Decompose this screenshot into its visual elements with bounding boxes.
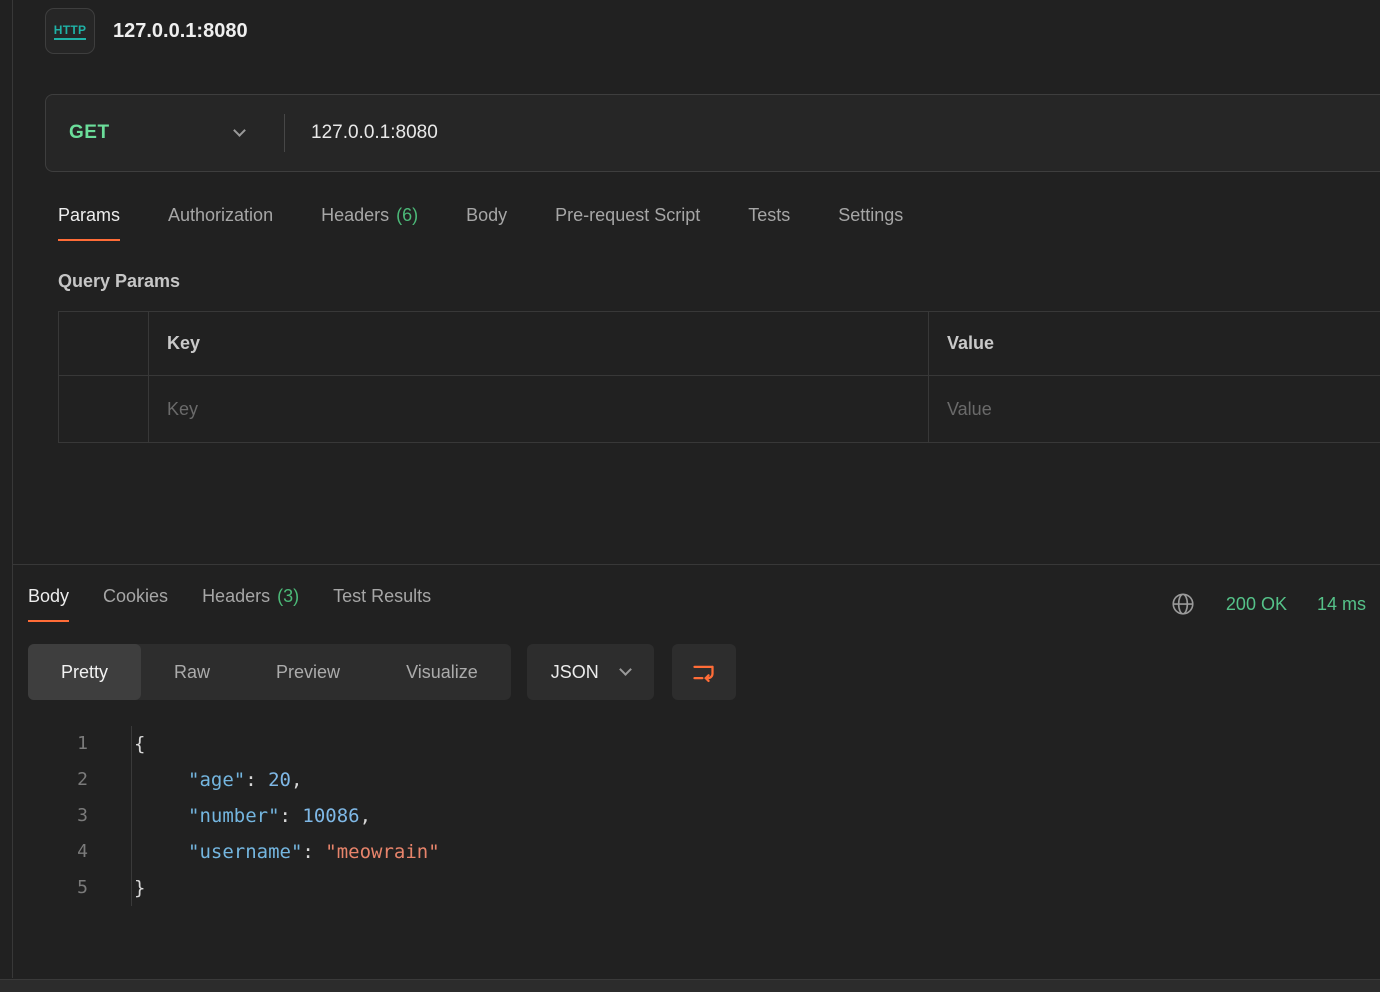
url-input[interactable]: 127.0.0.1:8080 xyxy=(311,122,438,144)
response-header: Body Cookies Headers (3) Test Results xyxy=(13,586,1380,622)
request-tabs: Params Authorization Headers (6) Body Pre… xyxy=(58,205,1380,241)
line-number: 1 xyxy=(13,726,88,762)
response-tab-test-results-label: Test Results xyxy=(333,586,431,606)
response-toolbar: Pretty Raw Preview Visualize JSON xyxy=(13,644,1380,700)
wrap-text-button[interactable] xyxy=(672,644,736,700)
format-select-value: JSON xyxy=(551,662,599,683)
url-bar-divider xyxy=(284,114,285,152)
response-tab-headers[interactable]: Headers (3) xyxy=(202,586,299,622)
response-tab-cookies[interactable]: Cookies xyxy=(103,586,168,622)
value-column-header: Value xyxy=(929,312,1380,376)
code-line-content: } xyxy=(131,870,145,906)
view-tab-raw[interactable]: Raw xyxy=(141,644,243,700)
tab-settings-label: Settings xyxy=(838,205,903,225)
response-tab-body[interactable]: Body xyxy=(28,586,69,622)
tab-settings[interactable]: Settings xyxy=(838,205,903,241)
response-meta: 200 OK 14 ms xyxy=(1170,591,1366,617)
line-number: 3 xyxy=(13,798,88,834)
code-line: 2 "age": 20, xyxy=(13,762,1380,798)
response-tabs: Body Cookies Headers (3) Test Results xyxy=(28,586,431,622)
chevron-down-icon xyxy=(619,663,632,676)
key-column-header: Key xyxy=(149,312,929,376)
code-line: 4 "username": "meowrain" xyxy=(13,834,1380,870)
view-tab-visualize[interactable]: Visualize xyxy=(373,644,511,700)
network-globe-icon[interactable] xyxy=(1170,591,1196,617)
code-line: 3 "number": 10086, xyxy=(13,798,1380,834)
method-select[interactable]: GET xyxy=(46,122,244,144)
response-view-switch: Pretty Raw Preview Visualize xyxy=(28,644,511,700)
tab-pre-request-script[interactable]: Pre-request Script xyxy=(555,205,700,241)
response-time: 14 ms xyxy=(1317,594,1366,615)
view-tab-pretty[interactable]: Pretty xyxy=(28,644,141,700)
row-checkbox-cell xyxy=(59,376,149,442)
wrap-text-icon xyxy=(690,659,717,686)
postman-request-window: HTTP 127.0.0.1:8080 GET 127.0.0.1:8080 P… xyxy=(0,0,1380,992)
value-input[interactable]: Value xyxy=(929,376,1380,442)
key-input[interactable]: Key xyxy=(149,376,929,442)
tab-headers[interactable]: Headers (6) xyxy=(321,205,418,241)
tab-params[interactable]: Params xyxy=(58,205,120,241)
view-tab-preview[interactable]: Preview xyxy=(243,644,373,700)
code-line-content: "number": 10086, xyxy=(131,798,371,834)
format-select[interactable]: JSON xyxy=(527,644,654,700)
tab-tests-label: Tests xyxy=(748,205,790,225)
response-tab-test-results[interactable]: Test Results xyxy=(333,586,431,622)
http-request-icon: HTTP xyxy=(45,8,95,54)
tab-body[interactable]: Body xyxy=(466,205,507,241)
code-line-content: "age": 20, xyxy=(131,762,302,798)
line-number: 4 xyxy=(13,834,88,870)
tab-body-label: Body xyxy=(466,205,507,225)
status-badge: 200 OK xyxy=(1226,594,1287,615)
tab-headers-count: (6) xyxy=(396,205,418,225)
tab-tests[interactable]: Tests xyxy=(748,205,790,241)
bottom-status-bar xyxy=(0,979,1380,992)
tab-authorization[interactable]: Authorization xyxy=(168,205,273,241)
line-number: 5 xyxy=(13,870,88,906)
line-number: 2 xyxy=(13,762,88,798)
chevron-down-icon xyxy=(233,124,246,137)
code-line: 5 } xyxy=(13,870,1380,906)
method-label: GET xyxy=(69,122,110,144)
response-tab-headers-label: Headers xyxy=(202,586,270,606)
query-params-heading: Query Params xyxy=(58,271,1380,292)
request-tab-header: HTTP 127.0.0.1:8080 xyxy=(13,0,1380,54)
query-params-table: Key Value Key Value xyxy=(58,311,1380,443)
tab-headers-label: Headers xyxy=(321,205,389,225)
url-bar: GET 127.0.0.1:8080 xyxy=(45,94,1380,172)
code-line: 1 { xyxy=(13,726,1380,762)
select-column-header xyxy=(59,312,149,376)
tab-params-label: Params xyxy=(58,205,120,225)
code-line-content: "username": "meowrain" xyxy=(131,834,440,870)
response-tab-body-label: Body xyxy=(28,586,69,606)
response-body-viewer: 1 { 2 "age": 20, 3 "number": 10086, 4 "u… xyxy=(13,726,1380,906)
http-icon-label: HTTP xyxy=(54,23,87,40)
main-pane: HTTP 127.0.0.1:8080 GET 127.0.0.1:8080 P… xyxy=(13,0,1380,906)
tab-pre-request-script-label: Pre-request Script xyxy=(555,205,700,225)
request-title: 127.0.0.1:8080 xyxy=(113,20,248,43)
code-line-content: { xyxy=(131,726,145,762)
response-tab-headers-count: (3) xyxy=(277,586,299,606)
tab-authorization-label: Authorization xyxy=(168,205,273,225)
response-tab-cookies-label: Cookies xyxy=(103,586,168,606)
request-response-divider xyxy=(13,564,1380,565)
